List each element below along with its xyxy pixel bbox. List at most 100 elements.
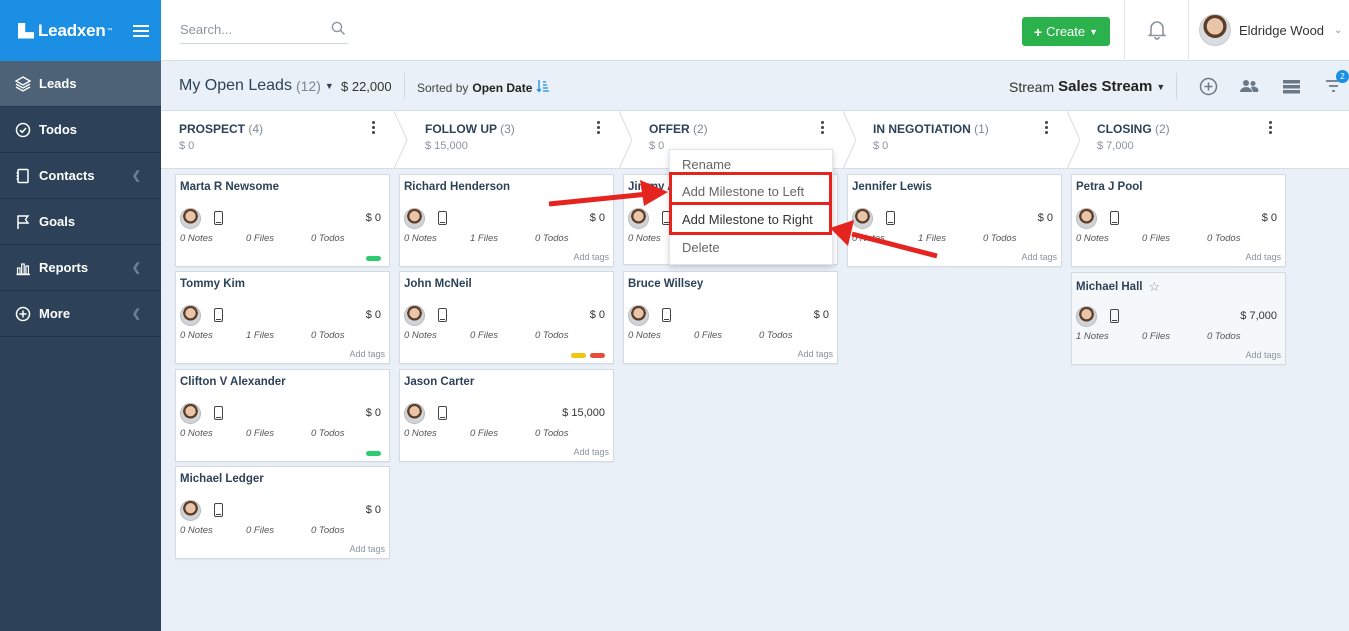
lead-card[interactable]: Jason Carter $ 15,000 0 Notes 0 Files 0 …	[399, 369, 614, 462]
notes-count[interactable]: 0 Notes	[404, 233, 437, 244]
todos-count[interactable]: 0 Todos	[311, 233, 344, 244]
lead-card[interactable]: Tommy Kim $ 0 0 Notes 1 Files 0 Todos Ad…	[175, 271, 390, 364]
lead-card[interactable]: Michael Hall ☆ $ 7,000 1 Notes 0 Files 0 …	[1071, 272, 1286, 365]
stage-follow-up[interactable]: FOLLOW UP (3) $ 15,000	[407, 111, 619, 169]
files-count[interactable]: 0 Files	[470, 428, 498, 439]
notes-count[interactable]: 1 Notes	[1076, 331, 1109, 342]
sidebar-item-leads[interactable]: Leads	[0, 61, 161, 107]
users-icon[interactable]	[1239, 76, 1259, 96]
notes-count[interactable]: 0 Notes	[180, 428, 213, 439]
notifications-button[interactable]	[1124, 0, 1189, 61]
lead-card[interactable]: John McNeil $ 0 0 Notes 0 Files 0 Todos	[399, 271, 614, 364]
filter-icon[interactable]: 2	[1323, 70, 1349, 96]
lead-card[interactable]: Richard Henderson $ 0 0 Notes 1 Files 0 …	[399, 174, 614, 267]
phone-icon[interactable]	[1110, 211, 1119, 225]
add-tags-link[interactable]: Add tags	[349, 544, 385, 554]
add-lead-icon[interactable]	[1198, 76, 1218, 96]
sidebar-item-contacts[interactable]: Contacts ❮	[0, 153, 161, 199]
add-tags-link[interactable]: Add tags	[573, 447, 609, 457]
phone-icon[interactable]	[662, 308, 671, 322]
todos-count[interactable]: 0 Todos	[535, 428, 568, 439]
phone-icon[interactable]	[438, 211, 447, 225]
create-button[interactable]: + Create ▼	[1022, 17, 1110, 46]
lead-card[interactable]: Clifton V Alexander $ 0 0 Notes 0 Files …	[175, 369, 390, 462]
notes-count[interactable]: 0 Notes	[628, 330, 661, 341]
lead-name[interactable]: Tommy Kim	[180, 278, 245, 290]
notes-count[interactable]: 0 Notes	[852, 233, 885, 244]
todos-count[interactable]: 0 Todos	[535, 330, 568, 341]
list-view-icon[interactable]	[1281, 76, 1301, 96]
notes-count[interactable]: 0 Notes	[404, 428, 437, 439]
todos-count[interactable]: 0 Todos	[1207, 331, 1240, 342]
star-icon[interactable]: ☆	[1148, 279, 1160, 295]
search-input[interactable]	[180, 16, 320, 42]
todos-count[interactable]: 0 Todos	[311, 330, 344, 341]
phone-icon[interactable]	[214, 406, 223, 420]
add-tags-link[interactable]: Add tags	[1245, 252, 1281, 262]
kebab-menu-icon[interactable]	[370, 121, 376, 134]
files-count[interactable]: 0 Files	[694, 330, 722, 341]
files-count[interactable]: 0 Files	[470, 330, 498, 341]
lead-card[interactable]: Petra J Pool $ 0 0 Notes 0 Files 0 Todos…	[1071, 174, 1286, 267]
user-menu[interactable]: Eldridge Wood ⌄	[1199, 14, 1342, 46]
phone-icon[interactable]	[438, 308, 447, 322]
add-tags-link[interactable]: Add tags	[573, 252, 609, 262]
lead-name[interactable]: Richard Henderson	[404, 181, 510, 193]
add-tags-link[interactable]: Add tags	[1245, 350, 1281, 360]
files-count[interactable]: 0 Files	[246, 233, 274, 244]
lead-name[interactable]: Michael Hall ☆	[1076, 279, 1160, 295]
files-count[interactable]: 0 Files	[246, 525, 274, 536]
files-count[interactable]: 1 Files	[470, 233, 498, 244]
menu-item-rename[interactable]: Rename	[682, 157, 731, 172]
phone-icon[interactable]	[438, 406, 447, 420]
files-count[interactable]: 1 Files	[246, 330, 274, 341]
phone-icon[interactable]	[214, 308, 223, 322]
kebab-menu-icon[interactable]	[819, 121, 825, 134]
sidebar-item-goals[interactable]: Goals	[0, 199, 161, 245]
files-count[interactable]: 0 Files	[1142, 331, 1170, 342]
phone-icon[interactable]	[1110, 309, 1119, 323]
todos-count[interactable]: 0 Todos	[983, 233, 1016, 244]
stage-in-negotiation[interactable]: IN NEGOTIATION (1) $ 0	[855, 111, 1067, 169]
sidebar-item-todos[interactable]: Todos	[0, 107, 161, 153]
sidebar-item-reports[interactable]: Reports ❮	[0, 245, 161, 291]
lead-card[interactable]: Marta R Newsome $ 0 0 Notes 0 Files 0 To…	[175, 174, 390, 267]
todos-count[interactable]: 0 Todos	[759, 330, 792, 341]
notes-count[interactable]: 0 Notes	[404, 330, 437, 341]
files-count[interactable]: 0 Files	[246, 428, 274, 439]
notes-count[interactable]: 0 Notes	[1076, 233, 1109, 244]
lead-name[interactable]: Marta R Newsome	[180, 181, 279, 193]
lead-name[interactable]: Clifton V Alexander	[180, 376, 286, 388]
lead-name[interactable]: John McNeil	[404, 278, 472, 290]
lead-card[interactable]: Jennifer Lewis $ 0 0 Notes 1 Files 0 Tod…	[847, 174, 1062, 267]
leads-view-selector[interactable]: My Open Leads (12) ▼	[179, 77, 334, 95]
lead-card[interactable]: Bruce Willsey $ 0 0 Notes 0 Files 0 Todo…	[623, 271, 838, 364]
search-icon[interactable]	[331, 21, 346, 39]
todos-count[interactable]: 0 Todos	[311, 525, 344, 536]
lead-name[interactable]: Michael Ledger	[180, 473, 264, 485]
notes-count[interactable]: 0 Notes	[628, 233, 661, 244]
add-tags-link[interactable]: Add tags	[797, 349, 833, 359]
stream-selector[interactable]: Stream Sales Stream ▼	[1009, 78, 1165, 95]
lead-card[interactable]: Michael Ledger $ 0 0 Notes 0 Files 0 Tod…	[175, 466, 390, 559]
sidebar-item-more[interactable]: More ❮	[0, 291, 161, 337]
phone-icon[interactable]	[214, 211, 223, 225]
notes-count[interactable]: 0 Notes	[180, 525, 213, 536]
kebab-menu-icon[interactable]	[1043, 121, 1049, 134]
todos-count[interactable]: 0 Todos	[535, 233, 568, 244]
kebab-menu-icon[interactable]	[1267, 121, 1273, 134]
lead-name[interactable]: Bruce Willsey	[628, 278, 703, 290]
stage-prospect[interactable]: PROSPECT (4) $ 0	[161, 111, 394, 169]
notes-count[interactable]: 0 Notes	[180, 330, 213, 341]
phone-icon[interactable]	[214, 503, 223, 517]
sort-control[interactable]: Sorted by Open Date	[417, 79, 550, 96]
lead-name[interactable]: Jason Carter	[404, 376, 474, 388]
stage-closing[interactable]: CLOSING (2) $ 7,000	[1079, 111, 1291, 169]
todos-count[interactable]: 0 Todos	[1207, 233, 1240, 244]
menu-item-delete[interactable]: Delete	[682, 240, 720, 255]
files-count[interactable]: 1 Files	[918, 233, 946, 244]
lead-name[interactable]: Jennifer Lewis	[852, 181, 932, 193]
add-tags-link[interactable]: Add tags	[349, 349, 385, 359]
lead-name[interactable]: Petra J Pool	[1076, 181, 1142, 193]
todos-count[interactable]: 0 Todos	[311, 428, 344, 439]
